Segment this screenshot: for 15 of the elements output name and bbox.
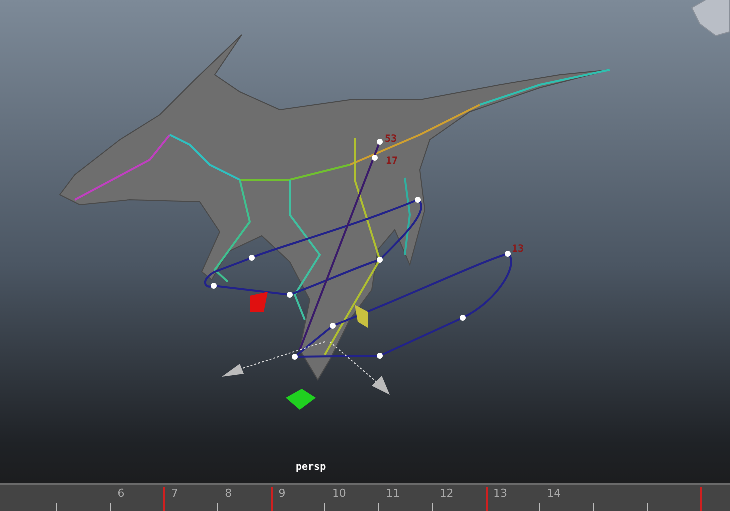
time-slider[interactable]: 6 7 8 9 10 11 12 13 14 [0,483,730,511]
frame-number: 8 [225,487,232,500]
frame-number: 11 [386,487,400,500]
frame-number: 6 [118,487,125,500]
camera-label: persp [296,462,326,473]
frame-number: 10 [332,487,346,500]
frame-number: 13 [512,244,524,255]
frame-number: 7 [171,487,178,500]
frame-number: 14 [547,487,562,500]
frame-number: 53 [385,134,398,145]
frame-number: 9 [278,487,286,500]
frame-number: 12 [440,487,454,500]
frame-number: 13 [494,487,508,500]
view-cube-icon[interactable] [691,0,730,37]
frame-number: 17 [386,156,398,167]
